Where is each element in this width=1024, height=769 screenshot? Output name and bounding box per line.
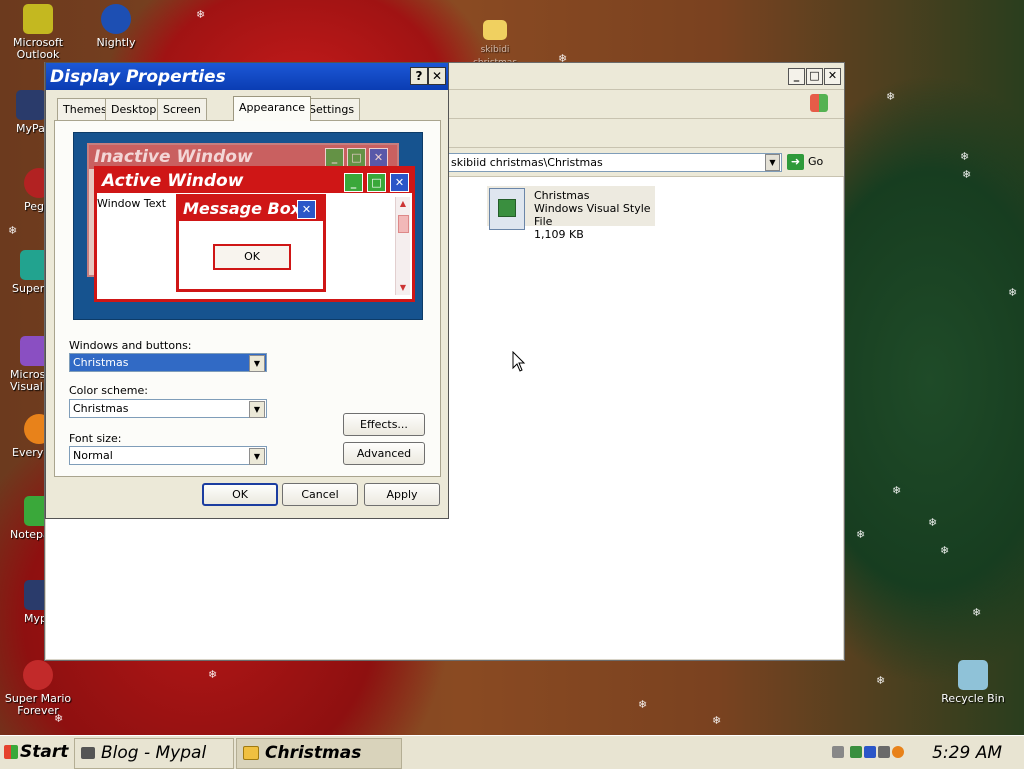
effects-button[interactable]: Effects... [343,413,425,436]
super-mario-icon [23,660,53,690]
snowflake-icon: ❄ [712,714,722,727]
apply-button[interactable]: Apply [364,483,440,506]
snowflake-icon: ❄ [962,168,972,181]
close-icon: ✕ [297,200,316,219]
tab-appearance[interactable]: Appearance [233,96,312,121]
nightly-globe-icon [101,4,131,34]
ok-button[interactable]: OK [202,483,278,506]
font-size-label: Font size: [69,432,122,445]
windows-flag-icon [4,745,18,759]
windows-buttons-label: Windows and buttons: [69,339,192,352]
active-window-title: Active Window [102,171,244,191]
visual-style-file-icon [489,188,525,230]
system-tray: 5:29 AM [828,738,1022,767]
scroll-down-icon: ▼ [399,283,407,292]
snowflake-icon: ❄ [892,484,902,497]
chevron-down-icon: ▼ [249,355,265,372]
snowflake-icon: ❄ [638,698,648,711]
go-arrow-icon: ➜ [787,154,804,170]
search-tray-icon[interactable] [892,746,904,758]
file-name: Christmas [534,189,590,202]
folder-icon [483,20,507,40]
color-scheme-select[interactable]: Christmas ▼ [69,399,267,418]
network-icon[interactable] [850,746,862,758]
close-button[interactable]: ✕ [428,67,446,85]
mypal-shortcut-icon [16,90,46,120]
dialog-title: Display Properties [50,67,226,87]
snowflake-icon: ❄ [960,150,970,163]
scroll-up-icon: ▲ [399,199,407,208]
tab-screen-saver[interactable]: Screen Saver [157,98,207,137]
snowflake-icon: ❄ [856,528,866,541]
mypal-icon [81,747,95,759]
windows-buttons-select[interactable]: Christmas ▼ [69,353,267,372]
snowflake-icon: ❄ [972,606,982,619]
preview-scrollbar: ▲ ▼ [395,197,410,295]
inactive-window-title: Inactive Window [94,147,253,167]
go-button[interactable]: ➜ Go [787,153,827,171]
taskbar: Start Blog - Mypal Christmas 5:29 AM [0,735,1024,769]
file-type: Windows Visual Style File [534,202,651,228]
display-properties-dialog: Display Properties ? ✕ Themes Desktop Sc… [45,62,449,519]
snowflake-icon: ❄ [1008,286,1018,299]
snowflake-icon: ❄ [8,224,18,237]
task-blog-mypal[interactable]: Blog - Mypal [74,738,234,769]
minimize-button[interactable]: _ [788,68,805,85]
close-icon: ✕ [390,173,409,192]
snowflake-icon: ❄ [196,8,206,21]
maximize-button[interactable]: □ [806,68,823,85]
recycle-bin-icon [958,660,988,690]
color-scheme-label: Color scheme: [69,384,148,397]
preview-active-window: Active Window _ □ ✕ Window Text ▲ ▼ Mess… [94,166,415,302]
snowflake-icon: ❄ [208,668,218,681]
appearance-panel: Inactive Window _ □ ✕ Active Window _ □ … [54,120,441,477]
maximize-icon: □ [347,148,366,167]
keyboard-icon[interactable] [832,746,844,758]
close-icon: ✕ [369,148,388,167]
tab-settings[interactable]: Settings [303,98,361,120]
start-button[interactable]: Start [0,738,70,767]
task-christmas[interactable]: Christmas [236,738,402,769]
chevron-down-icon: ▼ [249,448,265,465]
minimize-icon: _ [325,148,344,167]
preview-message-box: Message Box ✕ OK [176,194,326,292]
appearance-preview: Inactive Window _ □ ✕ Active Window _ □ … [73,132,423,320]
preview-ok-button: OK [213,244,291,270]
message-box-title: Message Box [183,199,301,218]
cancel-button[interactable]: Cancel [282,483,358,506]
close-button[interactable]: ✕ [824,68,841,85]
desktop-icon-nightly[interactable]: Nightly [81,4,151,49]
help-button[interactable]: ? [410,67,428,85]
folder-icon [243,746,259,760]
tab-desktop[interactable]: Desktop [105,98,163,120]
font-size-select[interactable]: Normal ▼ [69,446,267,465]
window-text-label: Window Text [97,197,167,210]
dialog-titlebar[interactable]: Display Properties ? ✕ [46,63,448,90]
tray-app-icon[interactable] [864,746,876,758]
mouse-cursor-icon [512,351,526,372]
address-input[interactable]: skibiid christmas\Christmas [447,153,782,172]
address-dropdown-button[interactable]: ▼ [765,154,780,171]
advanced-button[interactable]: Advanced [343,442,425,465]
desktop-icon-outlook[interactable]: Microsoft Outlook [3,4,73,61]
desktop-icon-super-mario[interactable]: Super Mario Forever [3,660,73,717]
chevron-down-icon: ▼ [249,401,265,418]
clock[interactable]: 5:29 AM [932,743,1002,763]
desktop-icon-recycle-bin[interactable]: Recycle Bin [938,660,1008,705]
snowflake-icon: ❄ [928,516,938,529]
file-item-christmas[interactable]: Christmas Windows Visual Style File 1,10… [487,186,655,241]
snowflake-icon: ❄ [876,674,886,687]
snowflake-icon: ❄ [886,90,896,103]
file-size: 1,109 KB [534,228,584,241]
maximize-icon: □ [367,173,386,192]
minimize-icon: _ [344,173,363,192]
windows-logo-icon [810,94,828,112]
scroll-thumb [398,215,409,233]
settings-tray-icon[interactable] [878,746,890,758]
snowflake-icon: ❄ [940,544,950,557]
outlook-icon [23,4,53,34]
